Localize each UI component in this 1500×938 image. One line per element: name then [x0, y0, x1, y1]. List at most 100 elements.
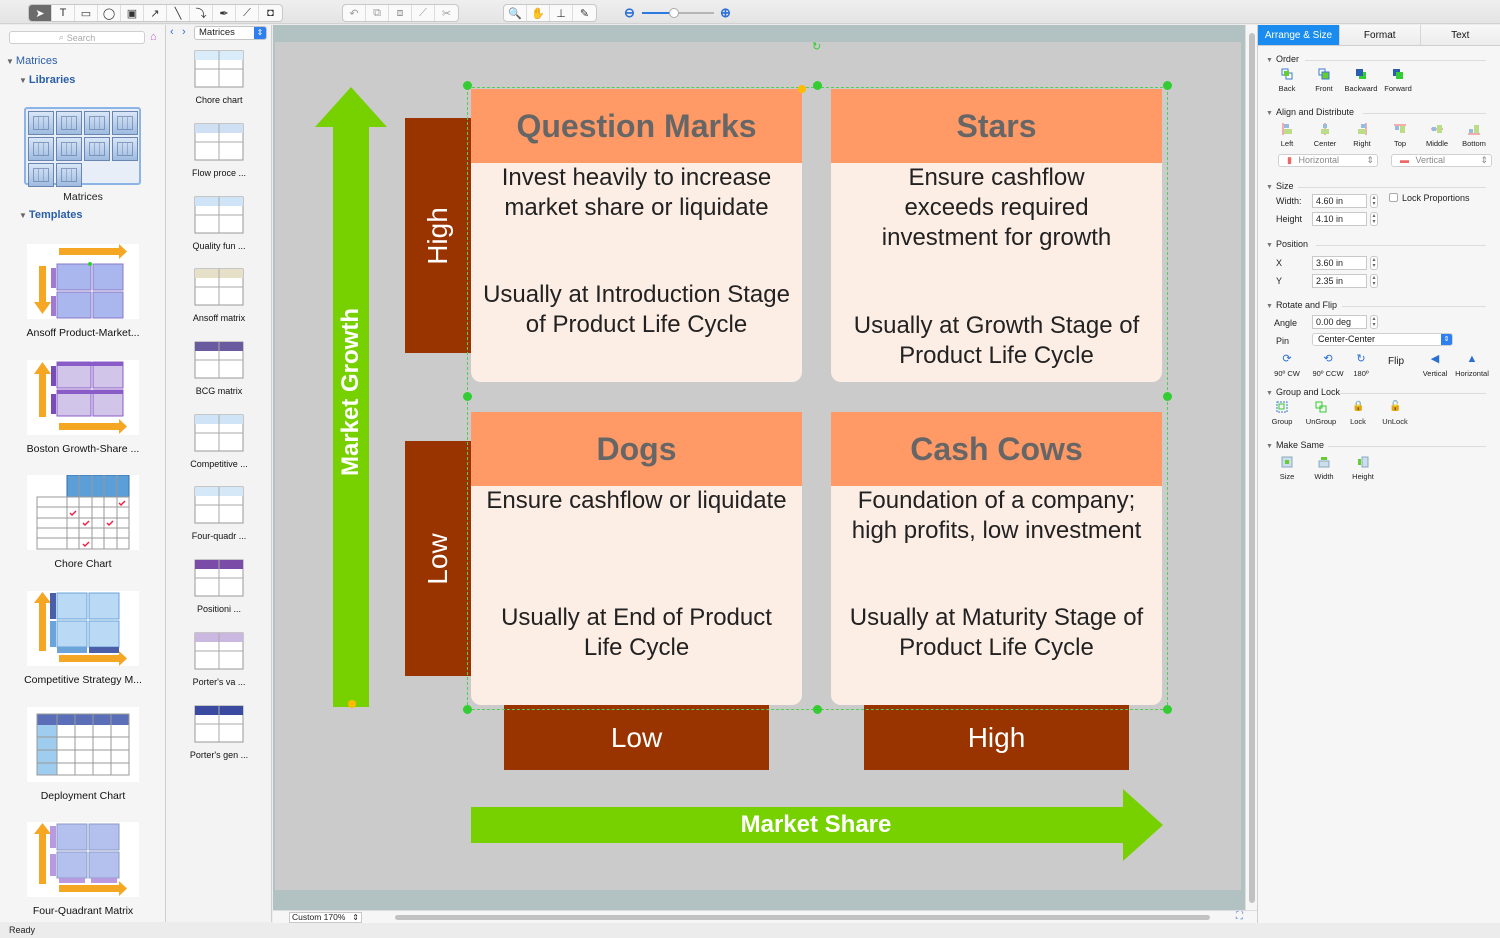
zoom-tool-button[interactable]: 🔍: [504, 5, 527, 21]
flip-vertical-button[interactable]: ◀ Vertical: [1414, 353, 1456, 378]
library-item[interactable]: Competitive ...: [166, 411, 272, 469]
ungroup-button[interactable]: UnGroup: [1300, 401, 1342, 426]
library-item[interactable]: Flow proce ...: [166, 120, 272, 178]
make-same-width-button[interactable]: Width: [1303, 456, 1345, 481]
y-stepper[interactable]: ▴ ▾: [1370, 274, 1378, 288]
make-same-size-button[interactable]: Size: [1266, 456, 1308, 481]
control-point[interactable]: [798, 85, 806, 93]
resize-handle-left[interactable]: [463, 392, 472, 401]
template-ansoff[interactable]: Ansoff Product-Market...: [0, 244, 166, 339]
library-item[interactable]: Four-quadr ...: [166, 483, 272, 541]
resize-handle-top-right[interactable]: [1163, 81, 1172, 90]
make-same-height-button[interactable]: Height: [1342, 456, 1384, 481]
align-left-button[interactable]: Left: [1266, 123, 1308, 148]
stamp-tool-button[interactable]: ⊥: [550, 5, 573, 21]
x-input[interactable]: 3.60 in: [1312, 256, 1367, 270]
library-item[interactable]: Porter's gen ...: [166, 702, 272, 760]
library-select[interactable]: Matrices ⇕: [194, 26, 267, 40]
align-bottom-button[interactable]: Bottom: [1453, 123, 1495, 148]
eyedropper-tool-button[interactable]: ✎: [573, 5, 596, 21]
search-input[interactable]: ⌕ Search: [9, 31, 145, 44]
pan-tool-button[interactable]: ✋: [527, 5, 550, 21]
rotate-90-cw-button[interactable]: ⟳ 90º CW: [1266, 353, 1308, 378]
insert-tool-button[interactable]: ◘: [259, 5, 282, 21]
resize-handle-right[interactable]: [1163, 392, 1172, 401]
angle-input[interactable]: 0.00 deg: [1312, 315, 1367, 329]
column-label-low[interactable]: Low: [504, 705, 769, 770]
distribute-vertical-select[interactable]: ▬ Vertical ⇕: [1391, 154, 1492, 167]
back-arrow-icon[interactable]: ‹: [170, 26, 174, 38]
diagram-page[interactable]: Market Growth High Low Question Marks In…: [275, 41, 1241, 890]
library-item[interactable]: BCG matrix: [166, 338, 272, 396]
ungroup-tool-button[interactable]: ⧈: [389, 5, 412, 21]
library-manager-icon[interactable]: ⌂: [150, 31, 157, 43]
rotate-180-button[interactable]: ↻ 180º: [1340, 353, 1382, 378]
resize-handle-bottom[interactable]: [813, 705, 822, 714]
tree-item-templates[interactable]: ▼ Templates: [19, 209, 83, 221]
row-label-low[interactable]: Low: [405, 441, 471, 676]
tab-format[interactable]: Format: [1340, 25, 1421, 45]
align-top-button[interactable]: Top: [1379, 123, 1421, 148]
height-input[interactable]: 4.10 in: [1312, 212, 1367, 226]
resize-handle-top[interactable]: [813, 81, 822, 90]
resize-handle-bottom-right[interactable]: [1163, 705, 1172, 714]
width-input[interactable]: 4.60 in: [1312, 194, 1367, 208]
order-backward-button[interactable]: Backward: [1340, 68, 1382, 93]
zoom-level-select[interactable]: Custom 170% ⇕: [289, 912, 362, 923]
column-label-high[interactable]: High: [864, 705, 1129, 770]
template-boston-growth-share[interactable]: Boston Growth-Share ...: [0, 360, 166, 455]
template-four-quadrant[interactable]: Four-Quadrant Matrix: [0, 822, 166, 917]
tab-arrange-size[interactable]: Arrange & Size: [1258, 25, 1340, 45]
text-tool-button[interactable]: T: [52, 5, 75, 21]
height-stepper[interactable]: ▴ ▾: [1370, 212, 1378, 226]
section-group-lock[interactable]: ▼ Group and Lock: [1266, 387, 1340, 397]
width-stepper[interactable]: ▴ ▾: [1370, 194, 1378, 208]
section-order[interactable]: ▼ Order: [1266, 54, 1299, 64]
library-item[interactable]: Porter's va ...: [166, 629, 272, 687]
template-deployment-chart[interactable]: Deployment Chart: [0, 707, 166, 802]
align-center-button[interactable]: Center: [1304, 123, 1346, 148]
forward-arrow-icon[interactable]: ›: [182, 26, 186, 38]
angle-stepper[interactable]: ▴ ▾: [1370, 315, 1378, 329]
section-make-same[interactable]: ▼ Make Same: [1266, 440, 1324, 450]
library-matrices-tile[interactable]: [24, 107, 141, 187]
pen-tool-button[interactable]: ✒: [213, 5, 236, 21]
order-front-button[interactable]: Front: [1303, 68, 1345, 93]
vertical-scrollbar[interactable]: [1245, 25, 1257, 910]
align-middle-button[interactable]: Middle: [1416, 123, 1458, 148]
library-item[interactable]: Quality fun ...: [166, 193, 272, 251]
vertical-scrollbar-thumb[interactable]: [1249, 33, 1255, 903]
cut-point-tool-button[interactable]: ✂: [435, 5, 458, 21]
polyline-tool-button[interactable]: ⟋: [236, 5, 259, 21]
pointer-tool-button[interactable]: ➤: [29, 5, 52, 21]
connection-point[interactable]: [348, 700, 356, 708]
resize-handle-top-left[interactable]: [463, 81, 472, 90]
order-forward-button[interactable]: Forward: [1377, 68, 1419, 93]
template-competitive-strategy[interactable]: Competitive Strategy M...: [0, 591, 166, 686]
align-right-button[interactable]: Right: [1341, 123, 1383, 148]
template-chore-chart[interactable]: Chore Chart: [0, 474, 166, 570]
distribute-horizontal-select[interactable]: ▮ Horizontal ⇕: [1278, 154, 1378, 167]
order-back-button[interactable]: Back: [1266, 68, 1308, 93]
section-align-distribute[interactable]: ▼ Align and Distribute: [1266, 107, 1354, 117]
section-rotate-flip[interactable]: ▼ Rotate and Flip: [1266, 300, 1337, 310]
container-tool-button[interactable]: ▣: [121, 5, 144, 21]
resize-handle-bottom-left[interactable]: [463, 705, 472, 714]
lock-proportions-checkbox[interactable]: [1389, 193, 1398, 202]
zoom-slider-knob[interactable]: [669, 8, 680, 18]
unlock-button[interactable]: 🔓 UnLock: [1374, 401, 1416, 426]
line-tool-button[interactable]: ╲: [167, 5, 190, 21]
group-tool-button[interactable]: ⧉: [366, 5, 389, 21]
rotate-tool-button[interactable]: ↶: [343, 5, 366, 21]
add-point-tool-button[interactable]: ⟋: [412, 5, 435, 21]
row-label-high[interactable]: High: [405, 118, 471, 353]
zoom-slider[interactable]: [642, 8, 714, 18]
zoom-out-icon[interactable]: ⊖: [624, 5, 635, 21]
x-stepper[interactable]: ▴ ▾: [1370, 256, 1378, 270]
library-item[interactable]: Chore chart: [166, 47, 272, 105]
section-size[interactable]: ▼ Size: [1266, 181, 1293, 191]
zoom-in-icon[interactable]: ⊕: [720, 5, 731, 21]
section-position[interactable]: ▼ Position: [1266, 239, 1308, 249]
lock-button[interactable]: 🔒 Lock: [1337, 401, 1379, 426]
pin-select[interactable]: Center-Center ⇕: [1312, 333, 1453, 346]
